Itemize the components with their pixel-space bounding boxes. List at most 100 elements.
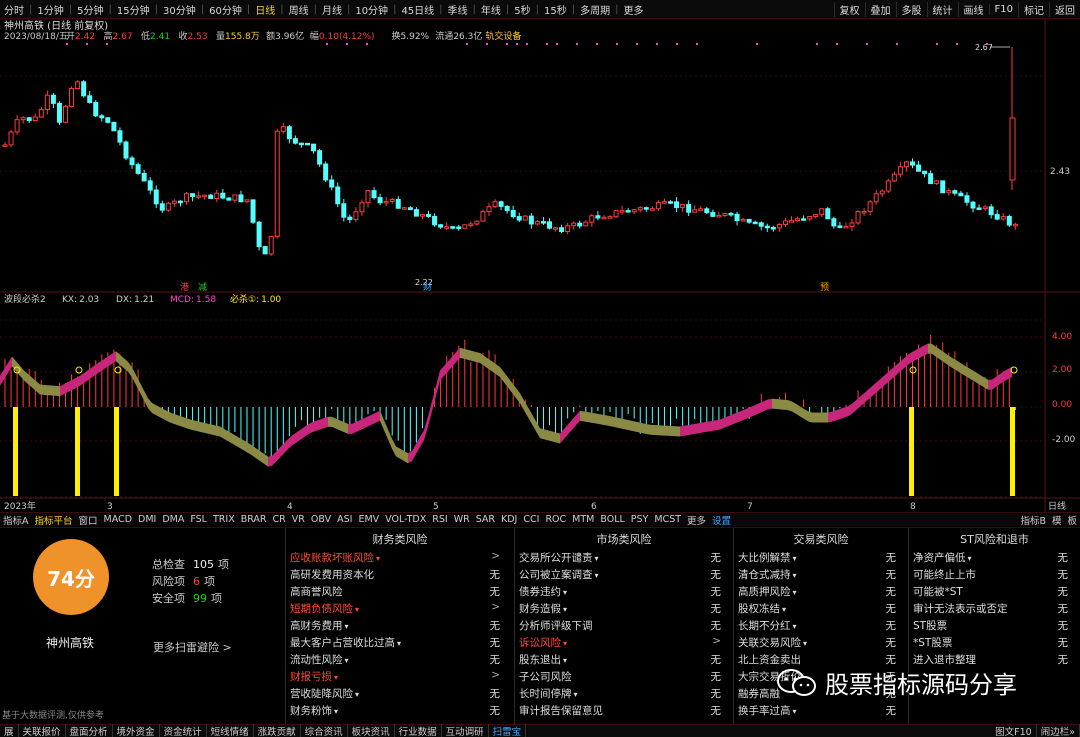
risk-item[interactable]: 审计报告保留意见	[519, 703, 603, 718]
event-marker-2[interactable]: 财	[423, 281, 432, 293]
indicator-tab-right-0[interactable]: 指标B	[1017, 513, 1049, 527]
risk-item[interactable]: 债券违约 ▾	[519, 584, 567, 599]
bottom-tab-5[interactable]: 短线情绪	[207, 724, 254, 737]
toolbar-button-2[interactable]: 多股	[895, 2, 927, 17]
timeframe-7[interactable]: 周线	[285, 2, 313, 17]
risk-item[interactable]: 股东退出 ▾	[519, 652, 567, 667]
risk-item[interactable]: 融券高融	[738, 686, 780, 701]
bottom-tab-9[interactable]: 行业数据	[395, 724, 442, 737]
toolbar-button-6[interactable]: 标记	[1018, 2, 1049, 17]
event-marker-0[interactable]: 港	[180, 281, 189, 293]
indicator-tab-18[interactable]: KDJ	[498, 514, 520, 525]
timeframe-5[interactable]: 60分钟	[205, 2, 246, 17]
indicator-tab-13[interactable]: EMV	[355, 514, 382, 525]
risk-item[interactable]: 长期不分红 ▾	[738, 618, 797, 633]
toolbar-button-1[interactable]: 叠加	[864, 2, 896, 17]
indicator-tab-5[interactable]: DMA	[159, 514, 187, 525]
timeframe-12[interactable]: 年线	[477, 2, 505, 17]
risk-item[interactable]: 大比例解禁 ▾	[738, 550, 797, 565]
indicator-tab-0[interactable]: 指标A	[0, 513, 32, 527]
indicator-tab-2[interactable]: 窗口	[76, 513, 101, 527]
indicator-tab-22[interactable]: BOLL	[597, 514, 627, 525]
risk-item[interactable]: 诉讼风险 ▾	[519, 635, 567, 650]
bottom-tab-6[interactable]: 涨跌贡献	[254, 724, 301, 737]
timeframe-13[interactable]: 5秒	[510, 2, 534, 17]
bottom-tab-4[interactable]: 资金统计	[160, 724, 207, 737]
risk-item[interactable]: 财务粉饰 ▾	[290, 703, 338, 718]
risk-item[interactable]: *ST股票	[913, 635, 952, 650]
timeframe-6[interactable]: 日线	[251, 2, 279, 17]
indicator-tab-25[interactable]: 更多	[684, 513, 709, 527]
risk-item[interactable]: 审计无法表示或否定	[913, 601, 1008, 616]
indicator-tab-24[interactable]: MCST	[651, 514, 684, 525]
risk-item[interactable]: ST股票	[913, 618, 947, 633]
risk-item[interactable]: 子公司风险	[519, 669, 572, 684]
bottom-tab-8[interactable]: 板块资讯	[348, 724, 395, 737]
timeframe-9[interactable]: 10分钟	[351, 2, 392, 17]
indicator-tab-15[interactable]: RSI	[429, 514, 450, 525]
indicator-tab-16[interactable]: WR	[451, 514, 473, 525]
timeframe-8[interactable]: 月线	[318, 2, 346, 17]
kline-chart[interactable]: 神州高铁 (日线 前复权)2023/08/18/五开2.42 高2.67 低2.41…	[0, 19, 1080, 516]
indicator-tab-right-1[interactable]: 模	[1049, 513, 1065, 527]
indicator-tab-19[interactable]: CCI	[520, 514, 542, 525]
timeframe-14[interactable]: 15秒	[540, 2, 571, 17]
bottom-tab-7[interactable]: 综合资讯	[301, 724, 348, 737]
indicator-tab-right-2[interactable]: 板	[1064, 513, 1080, 527]
indicator-tab-7[interactable]: TRIX	[210, 514, 238, 525]
indicator-tab-10[interactable]: VR	[289, 514, 308, 525]
bottom-tab-3[interactable]: 境外资金	[113, 724, 160, 737]
indicator-tab-3[interactable]: MACD	[101, 514, 135, 525]
risk-item[interactable]: 流动性风险 ▾	[290, 652, 349, 667]
risk-item[interactable]: 财务造假 ▾	[519, 601, 567, 616]
toolbar-button-0[interactable]: 复权	[833, 2, 865, 17]
more-scan-link[interactable]: 更多扫雷避险 >	[153, 639, 232, 655]
risk-item[interactable]: 财报亏损 ▾	[290, 669, 338, 684]
risk-item[interactable]: 可能被*ST	[913, 584, 963, 599]
indicator-tab-21[interactable]: MTM	[569, 514, 597, 525]
bottom-tab-0[interactable]: 展	[0, 724, 19, 737]
indicator-tab-8[interactable]: BRAR	[238, 514, 270, 525]
risk-item[interactable]: 高质押风险 ▾	[738, 584, 797, 599]
settings-label[interactable]: 轨交设备	[485, 30, 521, 42]
risk-item[interactable]: 公司被立案调查 ▾	[519, 567, 599, 582]
risk-item[interactable]: 可能终止上市	[913, 567, 976, 582]
risk-item[interactable]: 清仓式减持 ▾	[738, 567, 797, 582]
timeframe-15[interactable]: 多周期	[576, 2, 614, 17]
indicator-tab-4[interactable]: DMI	[135, 514, 159, 525]
risk-item[interactable]: 高财务费用 ▾	[290, 618, 349, 633]
risk-item[interactable]: 关联交易风险 ▾	[738, 635, 807, 650]
risk-item[interactable]: 营收陡降风险 ▾	[290, 686, 359, 701]
timeframe-10[interactable]: 45日线	[397, 2, 438, 17]
timeframe-4[interactable]: 30分钟	[159, 2, 200, 17]
indicator-tab-6[interactable]: FSL	[187, 514, 210, 525]
toolbar-button-5[interactable]: F10	[988, 4, 1018, 15]
timeframe-11[interactable]: 季线	[444, 2, 472, 17]
risk-item[interactable]: 最大客户占营收比过高 ▾	[290, 635, 401, 650]
bottom-tab-10[interactable]: 互动调研	[442, 724, 489, 737]
indicator-tab-9[interactable]: CR	[270, 514, 289, 525]
indicator-tab-20[interactable]: ROC	[542, 514, 569, 525]
indicator-tab-11[interactable]: OBV	[308, 514, 334, 525]
timeframe-0[interactable]: 分时	[0, 2, 28, 17]
indicator-tab-17[interactable]: SAR	[473, 514, 498, 525]
risk-item[interactable]: 应收账款坏账风险 ▾	[290, 550, 380, 565]
toolbar-button-7[interactable]: 返回	[1049, 2, 1080, 17]
event-marker-3[interactable]: 预	[820, 282, 829, 293]
risk-item[interactable]: 长时间停牌 ▾	[519, 686, 578, 701]
bottom-tab-11[interactable]: 扫雷宝	[489, 724, 527, 737]
risk-item[interactable]: 短期负债风险 ▾	[290, 601, 359, 616]
indicator-tab-23[interactable]: PSY	[628, 514, 652, 525]
timeframe-2[interactable]: 5分钟	[73, 2, 107, 17]
bottom-tab-1[interactable]: 关联报价	[19, 724, 66, 737]
timeframe-3[interactable]: 15分钟	[113, 2, 154, 17]
event-marker-1[interactable]: 减	[198, 281, 207, 293]
risk-item[interactable]: 交易所公开谴责 ▾	[519, 550, 599, 565]
indicator-tab-12[interactable]: ASI	[334, 514, 355, 525]
toolbar-button-3[interactable]: 统计	[926, 2, 958, 17]
timeframe-16[interactable]: 更多	[620, 2, 648, 17]
indicator-tab-26[interactable]: 设置	[709, 513, 734, 527]
timeframe-1[interactable]: 1分钟	[33, 2, 67, 17]
risk-item[interactable]: 净资产偏低 ▾	[913, 550, 972, 565]
risk-item[interactable]: 高商誉风险	[290, 584, 343, 599]
